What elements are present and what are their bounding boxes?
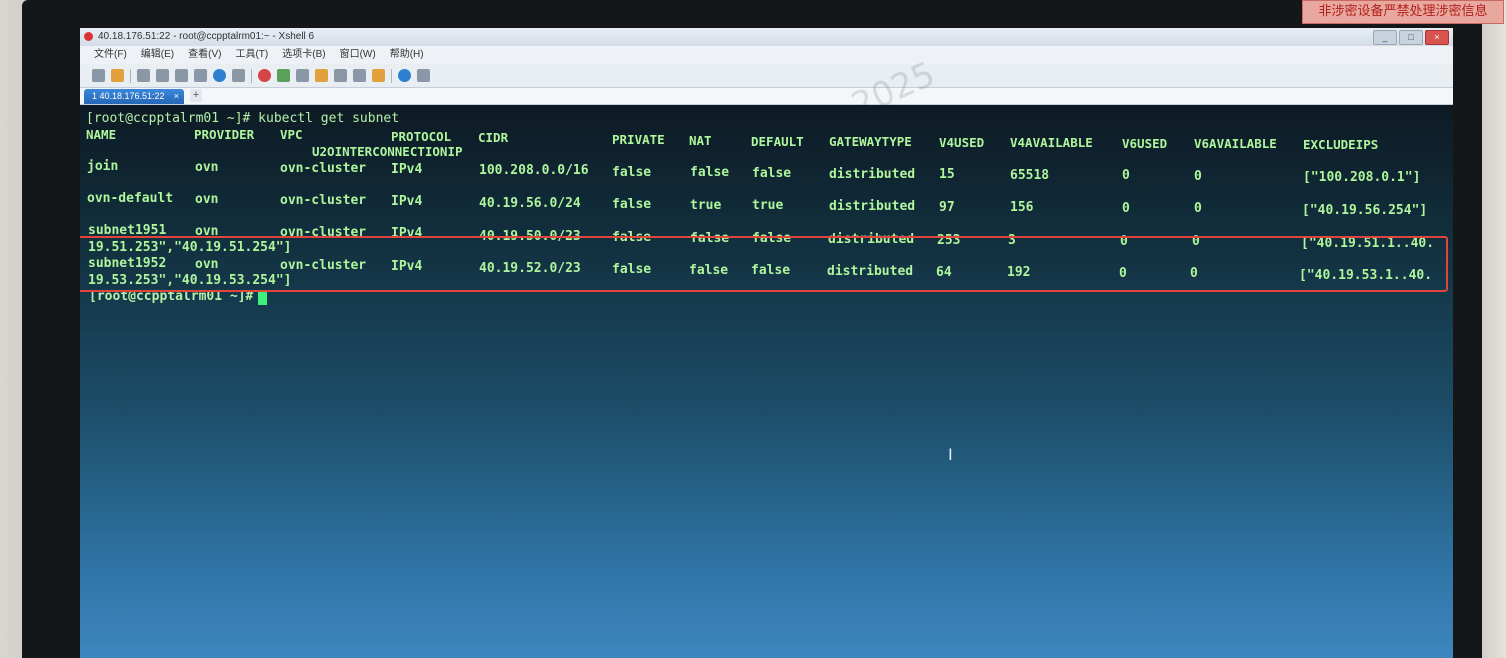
menu-tools[interactable]: 工具(T): [235, 46, 268, 64]
row-ovn-default-gatewaytype: distributed: [829, 199, 916, 214]
header-v4available: V4AVAILABLE: [1010, 135, 1093, 150]
menu-window[interactable]: 窗口(W): [340, 46, 376, 64]
header-provider: PROVIDER: [194, 127, 255, 142]
globe-icon[interactable]: [213, 69, 226, 82]
row-join-vpc: ovn-cluster: [280, 161, 367, 176]
link-icon[interactable]: [137, 69, 150, 82]
row-join-v6used: 0: [1122, 168, 1130, 183]
xshell-app-icon: [84, 32, 93, 41]
toolbar-divider: [130, 68, 131, 83]
maximize-button[interactable]: □: [1399, 30, 1423, 45]
tab-close-icon[interactable]: ×: [174, 89, 179, 104]
window-title: 40.18.176.51:22 - root@ccpptalrm01:~ - X…: [98, 31, 315, 42]
row-join-v6available: 0: [1194, 169, 1202, 184]
row-join-excludeips: ["100.208.0.1"]: [1303, 170, 1421, 185]
highlight-box: [80, 236, 1448, 292]
row-join-private: false: [612, 165, 652, 180]
row-join-provider: ovn: [195, 160, 219, 175]
toolbar: [80, 64, 1453, 88]
header-nat: NAT: [689, 133, 712, 148]
open-folder-icon[interactable]: [111, 69, 124, 82]
terminal-cursor: [258, 291, 267, 305]
row-ovn-default-default: true: [752, 198, 784, 213]
header-v6used: V6USED: [1122, 136, 1168, 151]
tools-icon[interactable]: [232, 69, 245, 82]
header-name: NAME: [86, 127, 117, 142]
header-excludeips: EXCLUDEIPS: [1303, 137, 1379, 152]
chat-icon[interactable]: [417, 69, 430, 82]
row-ovn-default-name: ovn-default: [87, 191, 174, 206]
header-v4used: V4USED: [939, 135, 985, 150]
properties-icon[interactable]: [156, 69, 169, 82]
menu-bar: 文件(F) 编辑(E) 查看(V) 工具(T) 选项卡(B) 窗口(W) 帮助(…: [80, 46, 1453, 64]
keyboard-icon[interactable]: [334, 69, 347, 82]
row-ovn-default-v4available: 156: [1010, 200, 1034, 215]
row-ovn-default-provider: ovn: [195, 192, 219, 207]
header-gatewaytype: GATEWAYTYPE: [829, 134, 912, 149]
row-join-gatewaytype: distributed: [829, 167, 916, 182]
minimize-button[interactable]: _: [1373, 30, 1397, 45]
row-join-default: false: [752, 166, 792, 181]
row-ovn-default-v6used: 0: [1122, 201, 1130, 216]
row-ovn-default-cidr: 40.19.56.0/24: [479, 196, 581, 211]
row-join-v4available: 65518: [1010, 168, 1050, 183]
header-vpc: VPC: [280, 127, 303, 142]
row-join-cidr: 100.208.0.0/16: [479, 163, 589, 178]
row-join-nat: false: [690, 165, 730, 180]
text-cursor-icon: I: [948, 445, 953, 464]
menu-edit[interactable]: 编辑(E): [141, 46, 174, 64]
menu-tab[interactable]: 选项卡(B): [282, 46, 325, 64]
layout-icon[interactable]: [372, 69, 385, 82]
toolbar-divider: [391, 68, 392, 83]
row-join-v4used: 15: [939, 167, 955, 182]
new-tab-button[interactable]: +: [190, 89, 202, 102]
terminal-area[interactable]: [root@ccpptalrm01 ~]# kubectl get subnet…: [80, 105, 1453, 658]
menu-view[interactable]: 查看(V): [188, 46, 221, 64]
help-icon[interactable]: [398, 69, 411, 82]
row-join-protocol: IPv4: [391, 162, 423, 177]
session-tab-bar: 1 40.18.176.51:22 × +: [80, 88, 1453, 105]
header-protocol: PROTOCOL: [391, 129, 452, 144]
row-ovn-default-protocol: IPv4: [391, 194, 423, 209]
header-v6available: V6AVAILABLE: [1194, 136, 1277, 151]
refresh-icon[interactable]: [277, 69, 290, 82]
header-default: DEFAULT: [751, 134, 804, 149]
new-session-icon[interactable]: [92, 69, 105, 82]
row-ovn-default-v4used: 97: [939, 200, 955, 215]
lock-icon[interactable]: [315, 69, 328, 82]
command-line: [root@ccpptalrm01 ~]# kubectl get subnet: [86, 111, 400, 126]
header-u2o: U2OINTERCONNECTIONIP: [312, 144, 463, 159]
toolbar-divider: [251, 68, 252, 83]
menu-file[interactable]: 文件(F): [94, 46, 127, 64]
transfer-icon[interactable]: [194, 69, 207, 82]
row-ovn-default-vpc: ovn-cluster: [280, 193, 367, 208]
row-ovn-default-nat: true: [690, 198, 722, 213]
row-join-name: join: [87, 159, 119, 174]
row-ovn-default-v6available: 0: [1194, 201, 1202, 216]
title-bar: 40.18.176.51:22 - root@ccpptalrm01:~ - X…: [80, 28, 1453, 46]
header-private: PRIVATE: [612, 132, 665, 147]
session-tab-label: 1 40.18.176.51:22: [92, 91, 165, 101]
xftp-icon[interactable]: [258, 69, 271, 82]
fullscreen-icon[interactable]: [296, 69, 309, 82]
close-button[interactable]: ×: [1425, 30, 1449, 45]
header-cidr: CIDR: [478, 130, 509, 145]
menu-help[interactable]: 帮助(H): [390, 46, 424, 64]
security-sticker: 非涉密设备严禁处理涉密信息: [1302, 0, 1504, 24]
row-ovn-default-private: false: [612, 197, 652, 212]
search-icon[interactable]: [175, 69, 188, 82]
xshell-window: 40.18.176.51:22 - root@ccpptalrm01:~ - X…: [80, 28, 1453, 658]
row-ovn-default-excludeips: ["40.19.56.254"]: [1302, 203, 1428, 218]
session-tab[interactable]: 1 40.18.176.51:22 ×: [84, 89, 184, 104]
script-icon[interactable]: [353, 69, 366, 82]
